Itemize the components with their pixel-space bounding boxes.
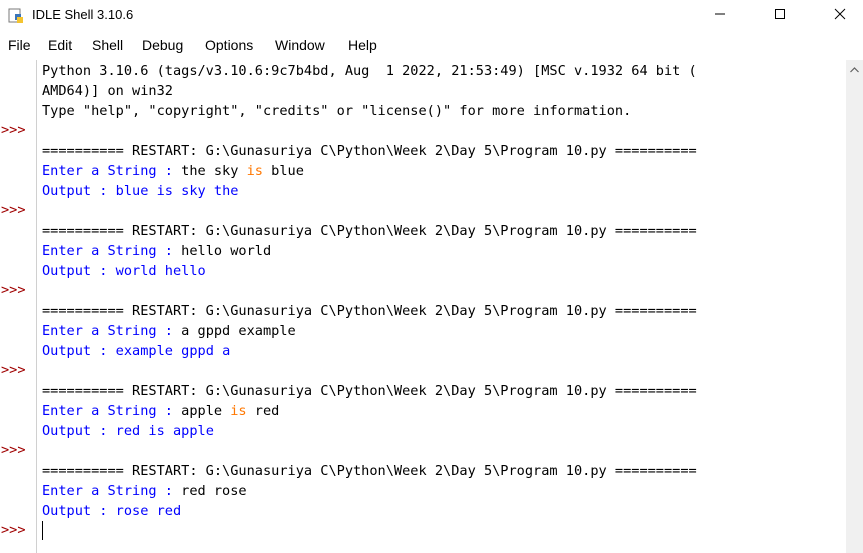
- python-idle-icon: [8, 8, 24, 24]
- output-line: Output : example gppd a: [42, 341, 230, 361]
- output-line: Output : rose red: [42, 501, 181, 521]
- user-input: red rose: [181, 483, 247, 499]
- input-line: Enter a String : red rose: [42, 481, 247, 501]
- output-label: Output :: [42, 423, 116, 439]
- output-value: rose red: [115, 503, 182, 519]
- input-line: Enter a String : a gppd example: [42, 321, 296, 341]
- user-input: a gppd example: [181, 323, 296, 339]
- output-line: Output : blue is sky the: [42, 181, 238, 201]
- input-prompt-label: Enter a String :: [42, 163, 182, 179]
- menu-file[interactable]: File: [8, 37, 31, 53]
- vertical-scrollbar[interactable]: [846, 60, 863, 553]
- shell-prompt: >>>: [1, 362, 26, 378]
- menu-help[interactable]: Help: [348, 37, 377, 53]
- keyword-is: is: [246, 163, 263, 179]
- input-prompt-label: Enter a String :: [42, 243, 182, 259]
- banner-line: AMD64)] on win32: [42, 83, 173, 99]
- user-input: the sky: [181, 163, 247, 179]
- user-input: red: [246, 403, 280, 419]
- menu-options[interactable]: Options: [205, 37, 253, 53]
- menu-window[interactable]: Window: [275, 37, 325, 53]
- output-line: Output : red is apple: [42, 421, 214, 441]
- input-line: Enter a String : hello world: [42, 241, 271, 261]
- input-line: Enter a String : the sky is blue: [42, 161, 304, 181]
- shell-prompt: >>>: [1, 202, 26, 218]
- shell-prompt: >>>: [1, 122, 26, 138]
- output-label: Output :: [42, 263, 116, 279]
- user-input: blue: [263, 163, 304, 179]
- menu-edit[interactable]: Edit: [48, 37, 72, 53]
- shell-prompt: >>>: [1, 522, 26, 538]
- restart-line: ========== RESTART: G:\Gunasuriya C\Pyth…: [42, 463, 697, 479]
- restart-line: ========== RESTART: G:\Gunasuriya C\Pyth…: [42, 143, 697, 159]
- scroll-up-button[interactable]: [846, 60, 863, 77]
- output-value: red is apple: [115, 423, 214, 439]
- user-input: apple: [181, 403, 231, 419]
- prompt-gutter: >>> >>> >>> >>> >>> >>>: [0, 60, 37, 553]
- maximize-button[interactable]: [757, 0, 803, 32]
- restart-line: ========== RESTART: G:\Gunasuriya C\Pyth…: [42, 223, 697, 239]
- maximize-icon: [774, 7, 786, 25]
- chevron-up-icon: [850, 60, 859, 78]
- keyword-is: is: [230, 403, 247, 419]
- window-title: IDLE Shell 3.10.6: [32, 7, 134, 22]
- restart-line: ========== RESTART: G:\Gunasuriya C\Pyth…: [42, 383, 697, 399]
- input-prompt-label: Enter a String :: [42, 323, 182, 339]
- input-prompt-label: Enter a String :: [42, 483, 182, 499]
- output-label: Output :: [42, 183, 116, 199]
- banner-line: Python 3.10.6 (tags/v3.10.6:9c7b4bd, Aug…: [42, 63, 697, 79]
- input-line: Enter a String : apple is red: [42, 401, 279, 421]
- shell-output-area[interactable]: Python 3.10.6 (tags/v3.10.6:9c7b4bd, Aug…: [42, 60, 842, 553]
- menu-debug[interactable]: Debug: [142, 37, 183, 53]
- output-label: Output :: [42, 343, 116, 359]
- close-icon: [834, 7, 846, 25]
- menu-bar: File Edit Shell Debug Options Window Hel…: [0, 36, 863, 56]
- input-prompt-label: Enter a String :: [42, 403, 182, 419]
- title-bar: IDLE Shell 3.10.6: [0, 0, 863, 32]
- user-input: hello world: [181, 243, 272, 259]
- output-line: Output : world hello: [42, 261, 206, 281]
- output-value: example gppd a: [115, 343, 231, 359]
- shell-prompt: >>>: [1, 282, 26, 298]
- banner-line: Type "help", "copyright", "credits" or "…: [42, 103, 632, 119]
- close-button[interactable]: [817, 0, 863, 32]
- text-cursor: [42, 521, 43, 540]
- minimize-button[interactable]: [697, 0, 743, 32]
- output-label: Output :: [42, 503, 116, 519]
- output-value: blue is sky the: [115, 183, 239, 199]
- minimize-icon: [714, 7, 726, 25]
- restart-line: ========== RESTART: G:\Gunasuriya C\Pyth…: [42, 303, 697, 319]
- menu-shell[interactable]: Shell: [92, 37, 123, 53]
- output-value: world hello: [115, 263, 206, 279]
- shell-prompt: >>>: [1, 442, 26, 458]
